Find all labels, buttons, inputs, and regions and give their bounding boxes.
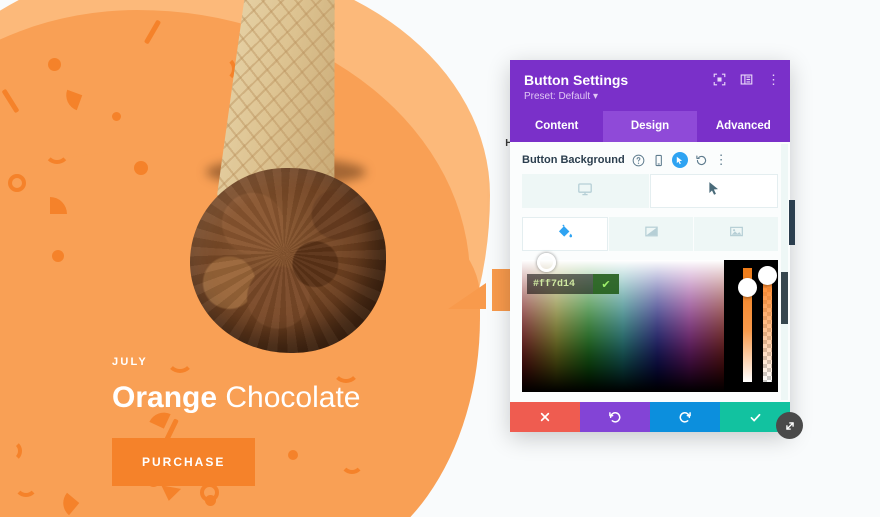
tab-content[interactable]: Content: [510, 111, 603, 142]
panel-action-bar: [510, 402, 790, 432]
setting-options-icon[interactable]: ⋮: [715, 152, 728, 168]
layout-view-icon[interactable]: [740, 73, 753, 86]
confetti-arc: [44, 138, 70, 164]
confetti-arc: [0, 440, 22, 462]
discard-button[interactable]: [510, 402, 580, 432]
hex-input-group: ✔: [527, 274, 619, 294]
promo-title-light: Chocolate: [225, 381, 361, 414]
hex-color-input[interactable]: [527, 278, 593, 290]
button-settings-panel: Button Settings Preset: Default ▾ ⋮ Cont…: [510, 60, 790, 432]
hover-state-tab[interactable]: [649, 174, 778, 208]
confetti-dot: [52, 250, 64, 262]
panel-tab-bar: Content Design Advanced: [510, 111, 790, 142]
color-picker: ✔: [522, 253, 778, 392]
alpha-slider-knob[interactable]: [758, 266, 777, 285]
responsive-icon[interactable]: [652, 154, 665, 167]
panel-header-icons: ⋮: [713, 73, 780, 86]
background-gradient-tab[interactable]: [609, 217, 693, 251]
left-promo-block: JULY Orange Chocolate PURCHASE: [112, 356, 442, 486]
tab-design[interactable]: Design: [603, 111, 697, 142]
image-icon: [729, 224, 744, 244]
confetti-dot: [112, 112, 121, 121]
background-color-tab[interactable]: [522, 217, 608, 251]
panel-preset-selector[interactable]: Preset: Default ▾: [524, 91, 776, 102]
saturation-value-field[interactable]: ✔: [522, 253, 724, 392]
confetti-dot: [48, 58, 61, 71]
cursor-icon: [706, 181, 721, 201]
promo-title: Orange Chocolate: [112, 382, 442, 414]
panel-resize-handle[interactable]: [776, 412, 803, 439]
help-icon[interactable]: [632, 154, 645, 167]
chevron-down-icon: ▾: [592, 91, 598, 102]
hex-confirm-button[interactable]: ✔: [593, 274, 619, 294]
alpha-slider[interactable]: [758, 266, 777, 382]
redo-button[interactable]: [650, 402, 720, 432]
paint-bucket-icon: [558, 224, 573, 244]
color-picker-handle[interactable]: [537, 253, 556, 272]
promo-title-bold: Orange: [112, 381, 218, 414]
panel-scrollbar-thumb[interactable]: [781, 272, 788, 324]
button-background-row: Button Background ⋮: [510, 142, 790, 174]
hover-state-icon[interactable]: [671, 152, 688, 168]
purchase-button[interactable]: PURCHASE: [112, 437, 256, 486]
color-slider-group: [738, 266, 777, 382]
confetti-ring: [8, 174, 26, 192]
state-tab-group: [510, 174, 790, 208]
desktop-state-tab[interactable]: [522, 174, 649, 208]
more-options-icon[interactable]: ⋮: [767, 73, 780, 86]
reset-icon[interactable]: [695, 154, 708, 167]
gradient-icon: [644, 224, 659, 244]
background-image-tab[interactable]: [694, 217, 778, 251]
panel-body: Button Background ⋮ #ff7d14 ✔: [510, 142, 790, 402]
opacity-slider[interactable]: [738, 268, 757, 382]
tab-advanced[interactable]: Advanced: [697, 111, 790, 142]
confetti-dot: [134, 161, 148, 175]
background-type-group: [510, 208, 790, 251]
panel-scrollbar-track[interactable]: [781, 144, 788, 400]
panel-edge-marker: [789, 200, 795, 245]
fullscreen-icon[interactable]: [713, 73, 726, 86]
promo-kicker: JULY: [112, 356, 148, 368]
button-background-label: Button Background: [522, 154, 625, 166]
panel-preset-label: Preset: Default: [524, 91, 591, 102]
opacity-slider-knob[interactable]: [738, 278, 757, 297]
desktop-icon: [577, 181, 593, 202]
right-promo-button-tail: [448, 283, 486, 309]
confetti-ring: [200, 483, 219, 502]
confetti-arc: [14, 473, 38, 497]
undo-button[interactable]: [580, 402, 650, 432]
panel-header: Button Settings Preset: Default ▾ ⋮: [510, 60, 790, 111]
